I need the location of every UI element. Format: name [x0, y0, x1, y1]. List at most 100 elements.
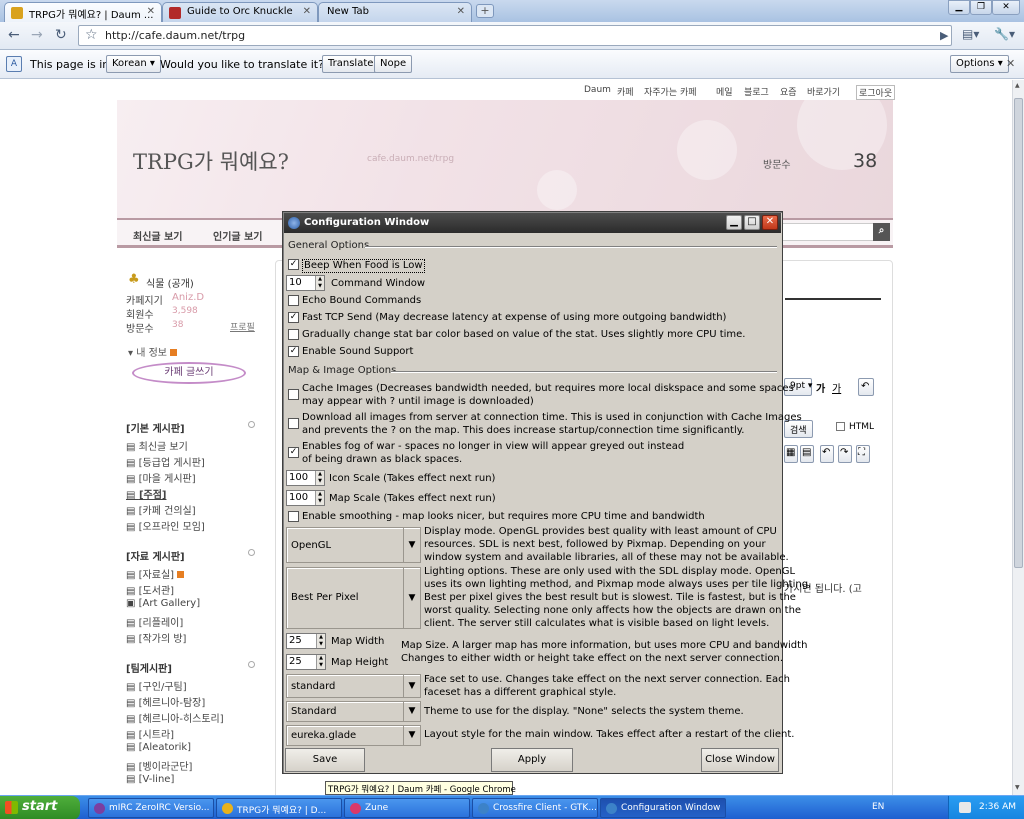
config-minimize-button[interactable]: ▁ [726, 215, 742, 230]
new-tab-button[interactable]: + [476, 4, 494, 18]
tab-close-icon[interactable]: ✕ [457, 6, 465, 17]
cafe-title[interactable]: TRPG가 뭐예요? [133, 146, 289, 176]
manager-value[interactable]: Aniz.D [172, 292, 204, 303]
page-scrollbar[interactable]: ▲ ▼ [1012, 80, 1024, 795]
task-zune[interactable]: Zune [344, 798, 470, 818]
board-item[interactable]: ▤ [시트라] [126, 726, 174, 741]
dropdown-arrow-icon[interactable]: ▼ [403, 726, 420, 745]
config-titlebar[interactable]: Configuration Window ▁ □ ✕ [284, 213, 781, 233]
board-item[interactable]: ▣ [Art Gallery] [126, 598, 200, 609]
board-item[interactable]: ▤ [마을 게시판] [126, 470, 196, 485]
task-chrome[interactable]: TRPG가 뭐예요? | D... [216, 798, 342, 818]
board-item[interactable]: ▤ [주점] [126, 486, 166, 501]
bold-icon[interactable]: 가 [816, 380, 825, 395]
board-item[interactable]: ▤ [Aleatorik] [126, 742, 191, 753]
section-title[interactable]: [팀게시판] [126, 660, 172, 675]
smoothing-checkbox[interactable] [288, 511, 299, 522]
reload-icon[interactable]: ↻ [55, 27, 67, 43]
translate-button[interactable]: Translate [322, 55, 380, 73]
gnb-logout[interactable]: 로그아웃 [856, 85, 896, 100]
fog-of-war-checkbox[interactable]: ✓ [288, 447, 299, 458]
translate-options-button[interactable]: Options ▾ [950, 55, 1009, 73]
tab-new-tab[interactable]: New Tab ✕ [318, 2, 472, 22]
star-icon[interactable]: ☆ [85, 27, 98, 43]
html-checkbox[interactable] [836, 422, 845, 431]
echo-checkbox[interactable] [288, 295, 299, 306]
gnb-shortcut[interactable]: 바로가기 [807, 85, 840, 98]
scroll-thumb[interactable] [1014, 98, 1023, 568]
command-window-stepper[interactable]: 10 ▲ ▼ [286, 275, 325, 291]
scroll-down-icon[interactable]: ▼ [1015, 784, 1020, 791]
editor-tool-icon[interactable]: ▦ [784, 445, 798, 463]
menu-latest[interactable]: 최신글 보기 [133, 228, 182, 243]
wrench-icon[interactable]: 🔧▾ [994, 27, 1015, 41]
board-item[interactable]: ▤ [등급업 게시판] [126, 454, 205, 469]
task-config-window[interactable]: Configuration Window [600, 798, 726, 818]
config-maximize-button[interactable]: □ [744, 215, 760, 230]
dropdown-arrow-icon[interactable]: ▼ [403, 675, 420, 697]
download-images-checkbox[interactable] [288, 418, 299, 429]
dropdown-arrow-icon[interactable]: ▼ [403, 568, 420, 628]
display-mode-select[interactable]: OpenGL ▼ [286, 527, 421, 563]
address-bar[interactable]: ☆ http://cafe.daum.net/trpg [78, 25, 952, 46]
language-select[interactable]: Korean ▾ [106, 55, 161, 73]
lighting-select[interactable]: Best Per Pixel ▼ [286, 567, 421, 629]
task-crossfire[interactable]: Crossfire Client - GTK... [472, 798, 598, 818]
menu-popular[interactable]: 인기글 보기 [213, 228, 262, 243]
underline-icon[interactable]: 가 [832, 380, 841, 395]
theme-select[interactable]: Standard ▼ [286, 701, 421, 722]
map-height-stepper[interactable]: 25 ▲ ▼ [286, 654, 326, 670]
gnb-cafe[interactable]: 카페 [617, 85, 634, 98]
apply-button[interactable]: Apply [491, 748, 573, 772]
close-window-button[interactable]: Close Window [701, 748, 779, 772]
tab-close-icon[interactable]: ✕ [303, 6, 311, 17]
tab-close-icon[interactable]: ✕ [147, 6, 155, 17]
translate-close-icon[interactable]: ✕ [1006, 57, 1015, 70]
board-item[interactable]: ▤ [리플레이] [126, 614, 183, 629]
minimize-button[interactable]: ▁ [948, 0, 970, 15]
faceset-select[interactable]: standard ▼ [286, 674, 421, 698]
scroll-up-icon[interactable]: ▲ [1015, 82, 1020, 89]
start-button[interactable]: start [0, 796, 80, 819]
undo-icon[interactable]: ↶ [858, 378, 874, 396]
beep-checkbox[interactable]: ✓ [288, 259, 299, 270]
forward-icon[interactable]: → [31, 27, 43, 43]
tab-trpg[interactable]: TRPG가 뭐예요? | Daum ... ✕ [4, 2, 162, 22]
redo-icon[interactable]: ↷ [838, 445, 852, 463]
search-icon[interactable]: ⌕ [873, 223, 890, 241]
tray-app-icon[interactable] [959, 802, 971, 813]
tab-orc-knuckle[interactable]: Guide to Orc Knuckle ✕ [162, 2, 318, 22]
language-indicator[interactable]: EN [872, 802, 884, 812]
config-close-button[interactable]: ✕ [762, 215, 778, 230]
dropdown-arrow-icon[interactable]: ▼ [403, 702, 420, 721]
gradual-stat-checkbox[interactable] [288, 329, 299, 340]
nope-button[interactable]: Nope [374, 55, 413, 73]
save-button[interactable]: Save [285, 748, 365, 772]
map-width-stepper[interactable]: 25 ▲ ▼ [286, 633, 326, 649]
board-item[interactable]: ▤ [V-line] [126, 774, 174, 785]
stepper-arrows-icon[interactable]: ▲ ▼ [316, 634, 325, 648]
editor-tool-icon[interactable]: ▤ [800, 445, 814, 463]
stepper-arrows-icon[interactable]: ▲ ▼ [316, 655, 325, 669]
board-item[interactable]: ▤ 최신글 보기 [126, 438, 188, 453]
undo-icon[interactable]: ↶ [820, 445, 834, 463]
go-icon[interactable]: ▶ [940, 29, 948, 42]
sound-checkbox[interactable]: ✓ [288, 346, 299, 357]
board-item[interactable]: ▤ [헤르니아-히스토리] [126, 710, 224, 725]
icon-scale-stepper[interactable]: 100 ▲ ▼ [286, 470, 325, 486]
window-close-button[interactable]: ✕ [992, 0, 1020, 15]
gnb-mail[interactable]: 메일 [716, 85, 733, 98]
dropdown-arrow-icon[interactable]: ▼ [403, 528, 420, 562]
restore-button[interactable]: ❐ [970, 0, 992, 15]
profile-link[interactable]: 프로필 [230, 320, 255, 333]
cache-images-checkbox[interactable] [288, 389, 299, 400]
fast-tcp-checkbox[interactable]: ✓ [288, 312, 299, 323]
layout-select[interactable]: eureka.glade ▼ [286, 725, 421, 746]
my-info-toggle[interactable]: ▾ 내 정보 [128, 344, 178, 359]
board-item[interactable]: ▤ [오프라인 모임] [126, 518, 205, 533]
collapse-icon[interactable] [248, 421, 255, 428]
gnb-trend[interactable]: 요즘 [780, 85, 797, 98]
section-title[interactable]: [기본 게시판] [126, 420, 185, 435]
section-title[interactable]: [자료 게시판] [126, 548, 185, 563]
board-item[interactable]: ▤ [헤르니아-탐장] [126, 694, 205, 709]
